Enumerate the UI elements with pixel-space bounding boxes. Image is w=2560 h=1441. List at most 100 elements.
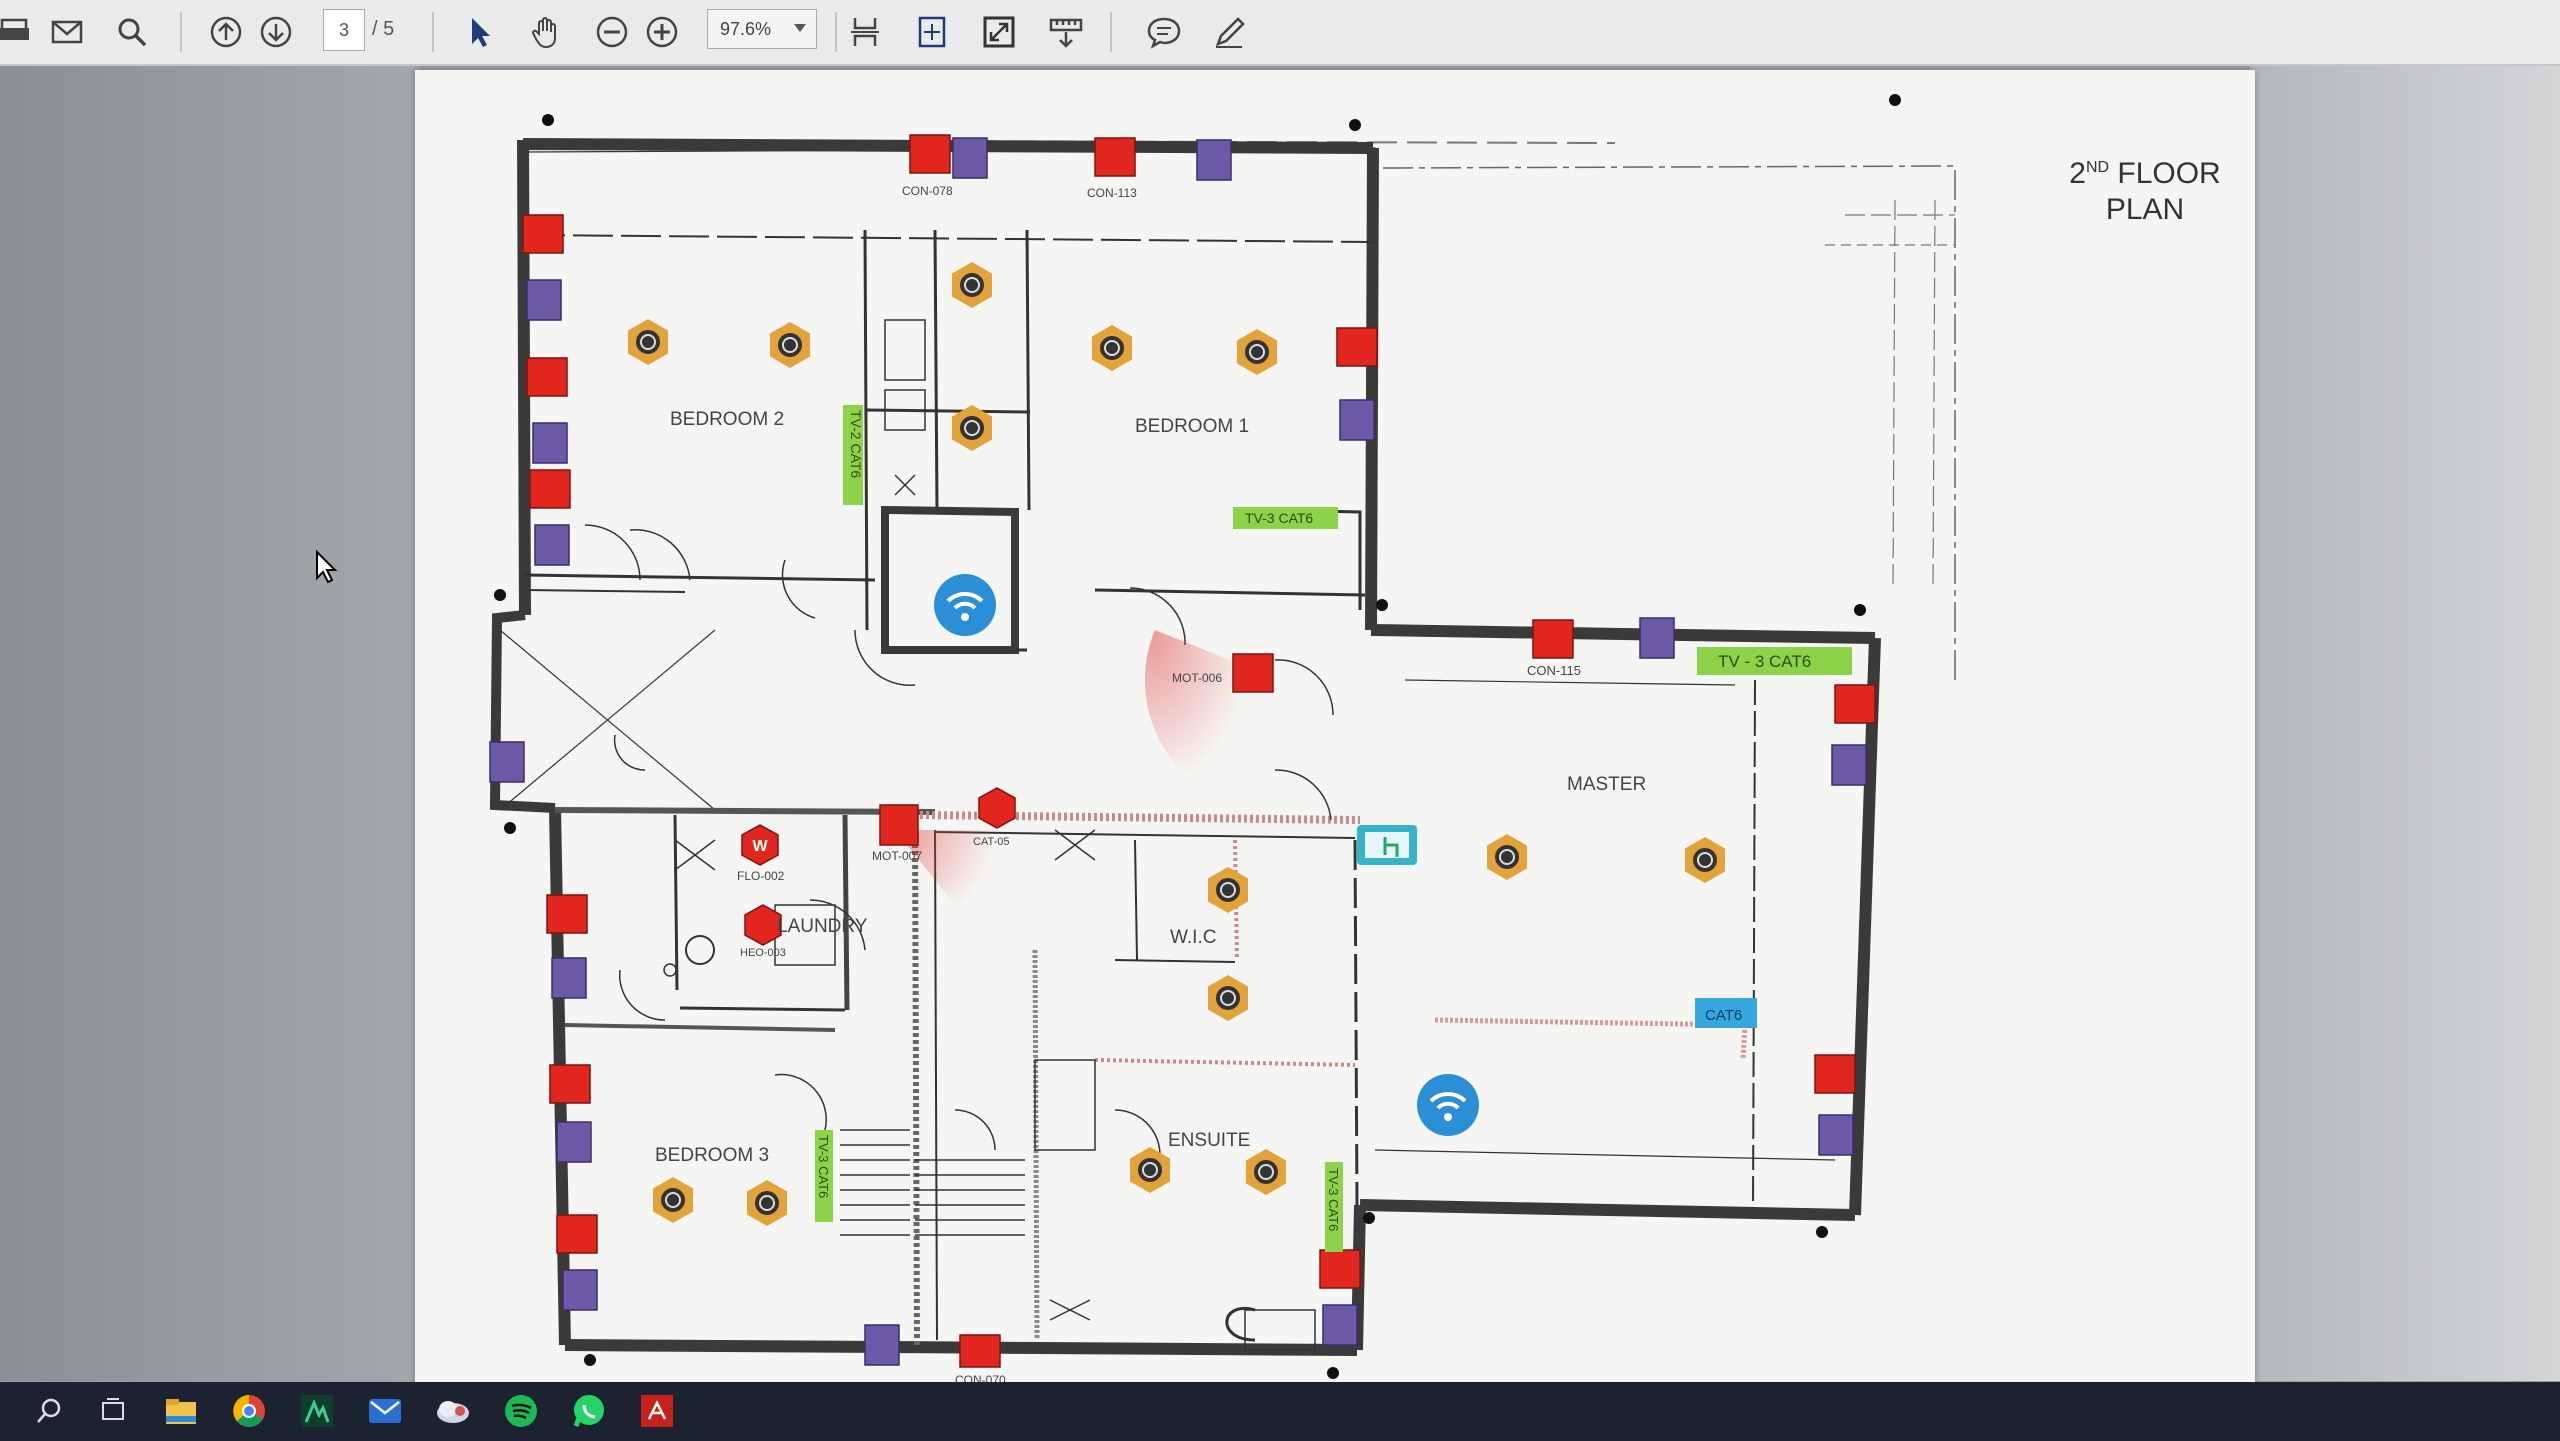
speaker-icon: [1208, 867, 1248, 913]
blind-device: [526, 279, 562, 321]
device-label: FLO-002: [737, 869, 785, 883]
cloud-icon[interactable]: [432, 1390, 474, 1432]
plan-title-suffix: ND: [2085, 159, 2110, 176]
plan-title-line2: PLAN: [2105, 193, 2185, 226]
print-icon[interactable]: [0, 10, 36, 54]
toolbar-separator: [432, 12, 434, 52]
chevron-down-icon: [794, 24, 806, 32]
speaker-icon: [1685, 837, 1725, 883]
flood-sensor-letter: W: [752, 838, 768, 855]
viewer-background-left: [0, 66, 420, 1381]
device-label: MOT-006: [1172, 671, 1222, 685]
red-device: [1532, 619, 1574, 659]
red-hex-device: [978, 787, 1016, 829]
room-label-bedroom2: BEDROOM 2: [670, 409, 784, 430]
red-device: [879, 804, 919, 846]
red-device: [546, 894, 588, 934]
chrome-icon[interactable]: [228, 1390, 270, 1432]
blind-device: [562, 1269, 598, 1311]
blind-device: [489, 741, 525, 783]
blind-device: [556, 1121, 592, 1163]
acrobat-icon[interactable]: [636, 1390, 678, 1432]
plan-title: 2ND FLOOR PLAN: [2045, 150, 2245, 228]
mail-icon[interactable]: [364, 1390, 406, 1432]
room-label-bedroom3: BEDROOM 3: [655, 1145, 769, 1166]
file-explorer-icon[interactable]: [160, 1390, 202, 1432]
blind-device: [1818, 1114, 1854, 1156]
toolbar-separator: [835, 12, 837, 52]
device-label: CON-113: [1087, 186, 1137, 200]
red-device: [1319, 1249, 1361, 1289]
red-device: [1094, 137, 1136, 177]
room-label-wic: W.I.C: [1170, 927, 1216, 948]
red-device: [529, 469, 571, 509]
cat6-label: CAT6: [1705, 1007, 1742, 1024]
speaker-icon: [1130, 1147, 1170, 1193]
device-label: CAT-05: [973, 836, 1009, 848]
red-device: [1336, 327, 1378, 367]
blind-device: [1322, 1304, 1358, 1346]
select-arrow-icon[interactable]: [458, 10, 502, 54]
pen-icon[interactable]: [1208, 10, 1252, 54]
zoom-out-icon[interactable]: [590, 10, 634, 54]
speaker-icon: [1487, 834, 1527, 880]
hand-icon[interactable]: [524, 10, 568, 54]
room-label-laundry: LAUNDRY: [777, 916, 868, 937]
room-label-bedroom1: BEDROOM 1: [1135, 416, 1249, 437]
blind-device: [1196, 139, 1232, 181]
red-device: [549, 1064, 591, 1104]
search-icon[interactable]: [28, 1390, 70, 1432]
app-icon[interactable]: [296, 1390, 338, 1432]
red-device: [1814, 1054, 1856, 1094]
tv-label: TV-3 CAT6: [1245, 510, 1313, 526]
speaker-icon: [1237, 329, 1277, 375]
speaker-icon: [1092, 325, 1132, 371]
red-device: [526, 357, 568, 397]
page-up-icon[interactable]: [204, 10, 248, 54]
mouse-cursor-icon: [316, 550, 338, 584]
blind-device: [1339, 399, 1375, 441]
blind-device: [864, 1324, 900, 1366]
whatsapp-icon[interactable]: [568, 1390, 610, 1432]
page-down-icon[interactable]: [254, 10, 298, 54]
zoom-value: 97.6%: [720, 18, 772, 39]
tv-label: TV-3 CAT6: [1326, 1168, 1341, 1231]
blind-device: [952, 137, 988, 179]
red-device: [1232, 653, 1274, 693]
room-label-master: MASTER: [1567, 774, 1646, 795]
device-label: CON-115: [1527, 663, 1581, 678]
comment-icon[interactable]: [1142, 10, 1186, 54]
speaker-icon: [628, 319, 668, 365]
device-label: HEO-003: [740, 947, 786, 959]
spotify-icon[interactable]: [500, 1390, 542, 1432]
zoom-in-icon[interactable]: [640, 10, 684, 54]
windows-taskbar: [0, 1382, 2560, 1441]
tv-label: TV-3 CAT6: [816, 1135, 831, 1198]
task-view-icon[interactable]: [92, 1390, 134, 1432]
measure-icon[interactable]: [1044, 10, 1088, 54]
speaker-icon: [1208, 975, 1248, 1021]
speaker-icon: [1246, 1149, 1286, 1195]
room-label-ensuite: ENSUITE: [1168, 1130, 1250, 1151]
blind-device: [1831, 744, 1867, 786]
fullscreen-icon[interactable]: [977, 10, 1021, 54]
speaker-icon: [653, 1177, 693, 1223]
device-label: CON-070: [955, 1373, 1006, 1382]
tv-label: TV-2 CAT6: [848, 410, 864, 478]
plan-title-number: 2: [2069, 157, 2086, 190]
search-icon[interactable]: [110, 10, 154, 54]
wifi-icon: [934, 574, 996, 636]
blind-device: [534, 524, 570, 566]
touch-keypad-icon: [1357, 825, 1417, 865]
red-device: [909, 134, 951, 174]
blind-device: [1639, 617, 1675, 659]
fit-width-icon[interactable]: [843, 10, 887, 54]
pdf-toolbar: 3 / 5 97.6%: [0, 0, 2560, 66]
email-icon[interactable]: [45, 10, 89, 54]
zoom-select[interactable]: 97.6%: [707, 9, 817, 49]
speaker-icon: [747, 1180, 787, 1226]
red-device: [522, 214, 564, 254]
page-number-input[interactable]: 3: [323, 9, 365, 51]
fit-page-icon[interactable]: [910, 10, 954, 54]
floor-plan-drawing: W BEDROOM 2 BEDROOM 1 MASTER LAUNDRY W.I…: [489, 94, 1956, 1382]
